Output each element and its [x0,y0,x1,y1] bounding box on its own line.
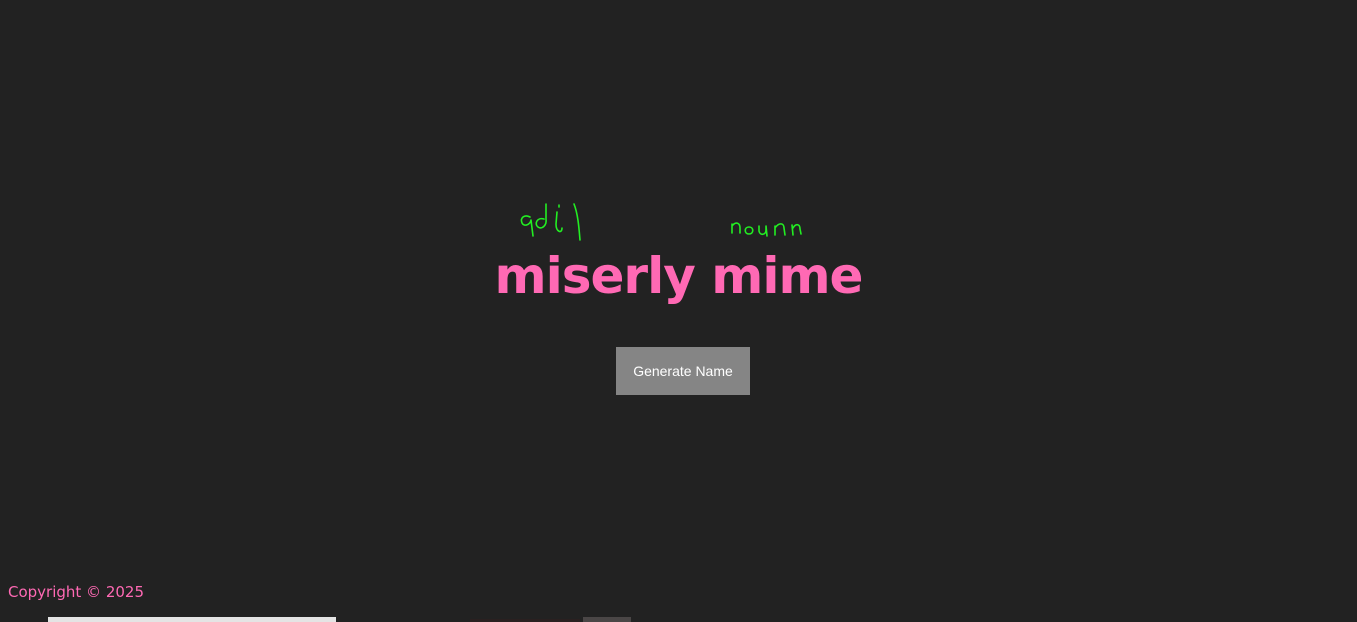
generate-name-button[interactable]: Generate Name [616,347,750,395]
generated-name-heading: miserly mime [494,247,864,305]
footer-copyright: Copyright © 2025 [8,583,145,601]
adj-annotation [520,203,581,241]
app-root: miserly mime Generate Name Copyright © 2… [0,0,1357,622]
bottom-strip-light-segment [48,617,336,622]
bottom-strip-gray-segment [583,617,631,622]
bottom-edge-strip [0,617,1357,622]
noun-annotation [731,222,802,237]
handwritten-annotations [520,203,802,241]
